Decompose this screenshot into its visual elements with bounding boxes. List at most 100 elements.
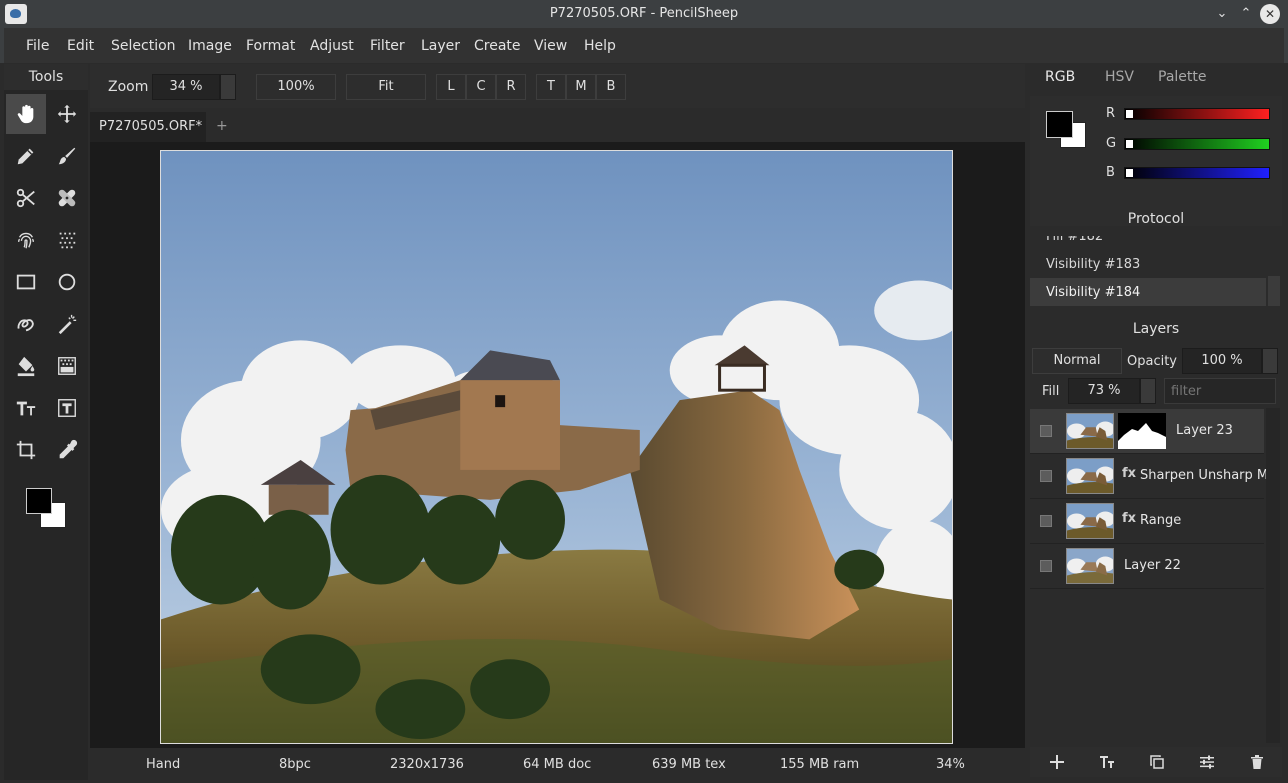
zoom-100-button[interactable]: 100%: [256, 74, 336, 100]
color-fg-swatch[interactable]: [1046, 111, 1073, 138]
zoom-spinner[interactable]: [220, 74, 236, 100]
tab-document[interactable]: P7270505.ORF*: [90, 112, 206, 142]
menu-help[interactable]: Help: [584, 38, 616, 54]
ellipse-icon[interactable]: [47, 262, 87, 302]
status-tex-memory: 639 MB tex: [652, 757, 726, 772]
zoom-label: Zoom: [108, 79, 149, 95]
align-left-button[interactable]: L: [436, 74, 466, 100]
document-image[interactable]: [160, 150, 953, 744]
maximize-icon[interactable]: ⌃: [1236, 4, 1256, 24]
green-slider[interactable]: [1124, 138, 1270, 150]
window-title: P7270505.ORF - PencilSheep: [549, 6, 739, 21]
text-layer-icon[interactable]: [1096, 752, 1118, 772]
menu-file[interactable]: File: [26, 38, 49, 54]
menu-adjust[interactable]: Adjust: [310, 38, 354, 54]
right-panel: RGB HSV Palette R G B Protocol Fill #182…: [1028, 64, 1284, 780]
menu-bar: File Edit Selection Image Format Adjust …: [0, 28, 1288, 63]
protocol-scrollbar[interactable]: [1268, 236, 1280, 306]
fx-icon: fx: [1122, 466, 1137, 481]
layer-filter-input[interactable]: [1164, 378, 1276, 404]
layer-row[interactable]: Layer 22: [1030, 544, 1264, 589]
minimize-icon[interactable]: ⌄: [1212, 4, 1232, 24]
align-middle-button[interactable]: M: [566, 74, 596, 100]
pencil-icon[interactable]: [6, 136, 46, 176]
opacity-spinner[interactable]: [1262, 348, 1278, 374]
gradient-icon[interactable]: [47, 346, 87, 386]
scissors-icon[interactable]: [6, 178, 46, 218]
fingerprint-icon[interactable]: [6, 220, 46, 260]
duplicate-icon[interactable]: [1146, 752, 1168, 772]
protocol-header: Protocol: [1127, 211, 1185, 227]
menu-selection[interactable]: Selection: [111, 38, 176, 54]
fill-spinner[interactable]: [1140, 378, 1156, 404]
title-bar: P7270505.ORF - PencilSheep ⌄ ⌃ ✕: [0, 0, 1288, 28]
layer-thumbnail: [1066, 503, 1114, 539]
tab-palette[interactable]: Palette: [1158, 69, 1207, 93]
align-right-button[interactable]: R: [496, 74, 526, 100]
lasso-icon[interactable]: [6, 304, 46, 344]
layers-header: Layers: [1132, 321, 1180, 337]
align-top-button[interactable]: T: [536, 74, 566, 100]
add-layer-icon[interactable]: [1046, 752, 1068, 772]
menu-edit[interactable]: Edit: [67, 38, 94, 54]
blue-slider[interactable]: [1124, 167, 1270, 179]
move-icon[interactable]: [47, 94, 87, 134]
fill-field[interactable]: 73 %: [1068, 378, 1140, 404]
heal-icon[interactable]: [47, 178, 87, 218]
layer-visibility-checkbox[interactable]: [1040, 470, 1052, 482]
layer-visibility-checkbox[interactable]: [1040, 560, 1052, 572]
blend-mode-select[interactable]: Normal: [1032, 348, 1122, 374]
menu-filter[interactable]: Filter: [370, 38, 405, 54]
text-icon[interactable]: [6, 388, 46, 428]
noise-icon[interactable]: [47, 220, 87, 260]
canvas-area[interactable]: [90, 142, 1025, 748]
fill-bucket-icon[interactable]: [6, 346, 46, 386]
align-center-button[interactable]: C: [466, 74, 496, 100]
layer-row[interactable]: fx Sharpen Unsharp M: [1030, 454, 1268, 499]
adjustments-icon[interactable]: [1196, 752, 1218, 772]
menu-image[interactable]: Image: [188, 38, 232, 54]
tab-rgb[interactable]: RGB: [1045, 69, 1075, 93]
red-slider[interactable]: [1124, 108, 1270, 120]
blue-slider-knob[interactable]: [1126, 169, 1133, 177]
rectangle-icon[interactable]: [6, 262, 46, 302]
menu-layer[interactable]: Layer: [421, 38, 460, 54]
zoom-fit-button[interactable]: Fit: [346, 74, 426, 100]
foreground-color-swatch[interactable]: [26, 488, 52, 514]
layer-name[interactable]: Sharpen Unsharp M: [1140, 468, 1268, 483]
layers-scrollbar[interactable]: [1266, 408, 1280, 743]
close-icon[interactable]: ✕: [1260, 4, 1280, 24]
protocol-list: Fill #182 Visibility #183 Visibility #18…: [1030, 236, 1266, 306]
hand-icon[interactable]: [6, 94, 46, 134]
status-tool: Hand: [146, 757, 181, 772]
menu-format[interactable]: Format: [246, 38, 295, 54]
tab-hsv[interactable]: HSV: [1105, 69, 1134, 93]
opacity-field[interactable]: 100 %: [1182, 348, 1262, 374]
crop-icon[interactable]: [6, 430, 46, 470]
layer-mask-thumbnail[interactable]: [1118, 413, 1166, 449]
menu-view[interactable]: View: [534, 38, 567, 54]
add-tab-button[interactable]: +: [216, 118, 228, 134]
status-doc-memory: 64 MB doc: [523, 757, 592, 772]
text-frame-icon[interactable]: [47, 388, 87, 428]
layer-row[interactable]: fx Range: [1030, 499, 1264, 544]
layer-thumbnail: [1066, 458, 1114, 494]
eyedropper-icon[interactable]: [47, 430, 87, 470]
protocol-item[interactable]: Visibility #183: [1030, 250, 1266, 280]
layer-visibility-checkbox[interactable]: [1040, 515, 1052, 527]
layer-row[interactable]: Layer 23: [1030, 409, 1264, 454]
zoom-field[interactable]: 34 %: [152, 74, 220, 100]
protocol-item-selected[interactable]: Visibility #184: [1030, 278, 1266, 306]
menu-create[interactable]: Create: [474, 38, 521, 54]
green-slider-knob[interactable]: [1126, 140, 1133, 148]
layer-name[interactable]: Layer 22: [1124, 558, 1181, 573]
protocol-scroll-thumb[interactable]: [1268, 276, 1280, 306]
red-slider-knob[interactable]: [1126, 110, 1133, 118]
layer-name[interactable]: Layer 23: [1176, 423, 1233, 438]
magic-wand-icon[interactable]: [47, 304, 87, 344]
brush-icon[interactable]: [47, 136, 87, 176]
delete-icon[interactable]: [1246, 752, 1268, 772]
align-bottom-button[interactable]: B: [596, 74, 626, 100]
layer-visibility-checkbox[interactable]: [1040, 425, 1052, 437]
layer-name[interactable]: Range: [1140, 513, 1181, 528]
